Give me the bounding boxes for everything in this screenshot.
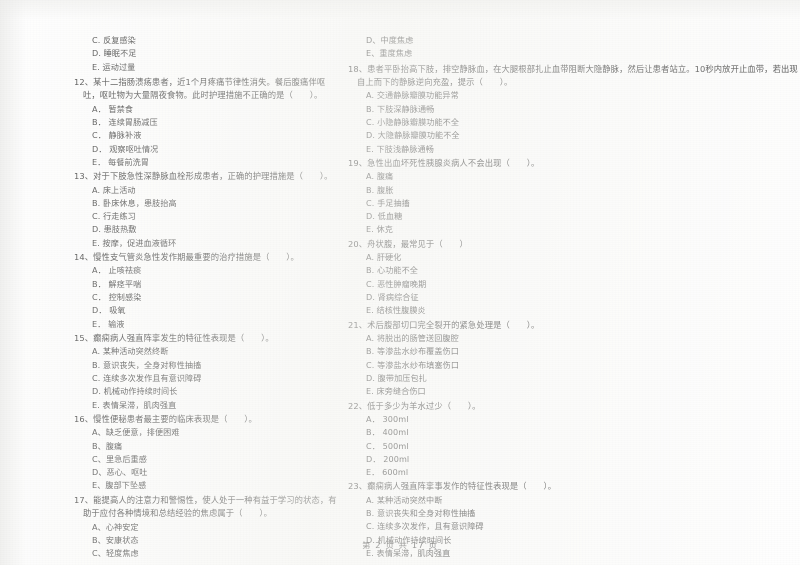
question-option[interactable]: D. 腹带加压包扎 <box>348 372 800 385</box>
question-option[interactable]: A、心神安定 <box>74 521 338 534</box>
question-option[interactable]: C. 恶性肿瘤晚期 <box>348 278 800 291</box>
question-block: 13、对于下肢急性深静脉血栓形成患者，正确的护理措施是（ ）。 A. 床上活动 B.… <box>74 170 338 250</box>
option-line: E、重度焦虑 <box>366 48 413 59</box>
question-stem: 14、慢性支气管炎急性发作期最重要的治疗措施是（ ）。 <box>74 252 299 263</box>
question-option[interactable]: E． 输液 <box>74 318 338 331</box>
question-stem: 18、患者平卧抬高下肢，排空静脉血，在大腿根部扎止血带阻断大隐静脉，然后让患者站… <box>348 63 798 87</box>
question-block: 21、术后腹部切口完全裂开的紧急处理是（ ）。 A. 将脱出的肠管送回腹腔 B. 等… <box>348 319 800 399</box>
question-option[interactable]: E. 表情呆滞，肌肉强直 <box>74 399 338 412</box>
question-option[interactable]: D． 200ml <box>348 453 800 466</box>
question-option[interactable]: B. 等渗盐水纱布覆盖伤口 <box>348 345 800 358</box>
question-option[interactable]: C. 等渗盐水纱布填塞伤口 <box>348 359 800 372</box>
scan-edge-shadow-top <box>0 0 800 20</box>
question-option[interactable]: C. 手足抽搐 <box>348 197 800 210</box>
question-stem: 13、对于下肢急性深静脉血栓形成患者，正确的护理措施是（ ）。 <box>74 171 333 182</box>
question-option[interactable]: C、里急后重感 <box>74 453 338 466</box>
question-option[interactable]: A． 止咳祛痰 <box>74 264 338 277</box>
left-column: C. 反复感染 D. 睡眠不足 E. 运动过量 12、某十二指肠溃疡患者，近1个月疼… <box>0 34 338 561</box>
question-option[interactable]: E. 休克 <box>348 223 800 236</box>
question-option[interactable]: E. 按摩，促进血液循环 <box>74 237 338 250</box>
question-stem: 21、术后腹部切口完全裂开的紧急处理是（ ）。 <box>348 319 540 330</box>
question-option[interactable]: A. 腹痛 <box>348 170 800 183</box>
question-option[interactable]: B. 卧床休息，患肢抬高 <box>74 197 338 210</box>
question-option[interactable]: D、恶心、呕吐 <box>74 466 338 479</box>
question-option[interactable]: C． 静脉补液 <box>74 129 338 142</box>
question-option[interactable]: B. 腹胀 <box>348 184 800 197</box>
question-block: 18、患者平卧抬高下肢，排空静脉血，在大腿根部扎止血带阻断大隐静脉，然后让患者站… <box>348 63 800 156</box>
question-stem: 16、慢性便秘患者最主要的临床表现是（ ）。 <box>74 413 257 424</box>
question-option[interactable]: E、腹部下坠感 <box>74 479 338 492</box>
question-block: 16、慢性便秘患者最主要的临床表现是（ ）。 A、缺乏便意，排便困难 B、腹痛 C、里… <box>74 413 338 493</box>
question-option[interactable]: A． 300ml <box>348 413 800 426</box>
right-question-list: 18、患者平卧抬高下肢，排空静脉血，在大腿根部扎止血带阻断大隐静脉，然后让患者站… <box>348 63 800 561</box>
question-option[interactable]: C． 500ml <box>348 440 800 453</box>
question-option[interactable]: A、缺乏便意，排便困难 <box>74 426 338 439</box>
question-option[interactable]: B． 解痉平喘 <box>74 278 338 291</box>
question-option[interactable]: D. 大隐静脉瓣膜功能不全 <box>348 129 800 142</box>
question-stem: 22、低于多少为羊水过少（ ）。 <box>348 400 481 411</box>
option-line: D. 睡眠不足 <box>92 48 137 59</box>
question-option[interactable]: B. 下肢深静脉通畅 <box>348 103 800 116</box>
exam-page: C. 反复感染 D. 睡眠不足 E. 运动过量 12、某十二指肠溃疡患者，近1个月疼… <box>0 0 800 565</box>
question-option[interactable]: B. 意识丧失和全身对称性抽搐 <box>348 507 800 520</box>
question-block: 12、某十二指肠溃疡患者，近1个月疼痛节律性消失。餐后腹痛伴呕吐，呕吐物为大量隔… <box>74 76 338 169</box>
question-option[interactable]: C. 连续多次发作，且有意识障碍 <box>348 520 800 533</box>
question-block: 15、癫痫病人强直阵挛发生的特征性表现是（ ）。 A. 某种活动突然终断 B. 意识… <box>74 332 338 412</box>
question-option[interactable]: D． 吸氧 <box>74 304 338 317</box>
question-block: 14、慢性支气管炎急性发作期最重要的治疗措施是（ ）。 A． 止咳祛痰 B． 解痉平… <box>74 251 338 331</box>
question-option[interactable]: B． 400ml <box>348 426 800 439</box>
question-option[interactable]: C. 连续多次发作且有意识障碍 <box>74 372 338 385</box>
left-question-list: 12、某十二指肠溃疡患者，近1个月疼痛节律性消失。餐后腹痛伴呕吐，呕吐物为大量隔… <box>74 76 338 561</box>
question-option[interactable]: D. 低血糖 <box>348 210 800 223</box>
question-option[interactable]: E． 600ml <box>348 466 800 479</box>
question-option[interactable]: E. 床旁缝合伤口 <box>348 385 800 398</box>
option-line: E. 运动过量 <box>92 61 136 72</box>
question-option[interactable]: B. 心功能不全 <box>348 264 800 277</box>
question-option[interactable]: C． 控制感染 <box>74 291 338 304</box>
question-option[interactable]: A. 某种活动突然终断 <box>74 345 338 358</box>
question-option[interactable]: D. 患肢热敷 <box>74 223 338 236</box>
page-columns: C. 反复感染 D. 睡眠不足 E. 运动过量 12、某十二指肠溃疡患者，近1个月疼… <box>0 34 800 561</box>
question-stem: 12、某十二指肠溃疡患者，近1个月疼痛节律性消失。餐后腹痛伴呕吐，呕吐物为大量隔… <box>74 76 326 101</box>
question-option[interactable]: C. 行走练习 <box>74 210 338 223</box>
question-stem: 20、舟状腹，最常见于（ ） <box>348 238 468 249</box>
question-block: 19、急性出血坏死性胰腺炎病人不会出现（ ）。 A. 腹痛 B. 腹胀 C. 手足抽搐… <box>348 157 800 237</box>
right-orphan-options: D、中度焦虑 E、重度焦虑 <box>348 34 800 61</box>
question-stem: 15、癫痫病人强直阵挛发生的特征性表现是（ ）。 <box>74 332 274 343</box>
question-block: 20、舟状腹，最常见于（ ） A. 肝硬化 B. 心功能不全 C. 恶性肿瘤晚期 D. … <box>348 238 800 318</box>
question-option[interactable]: A. 某种活动突然中断 <box>348 494 800 507</box>
question-option[interactable]: D. 机械动作持续时间长 <box>74 385 338 398</box>
question-option[interactable]: C. 小隐静脉瓣膜功能不全 <box>348 116 800 129</box>
question-option[interactable]: E. 结核性腹膜炎 <box>348 304 800 317</box>
question-option[interactable]: A. 将脱出的肠管送回腹腔 <box>348 332 800 345</box>
question-block: 22、低于多少为羊水过少（ ）。 A． 300ml B． 400ml C． 500ml… <box>348 400 800 480</box>
question-option[interactable]: B、腹痛 <box>74 440 338 453</box>
question-option[interactable]: A. 交通静脉瓣膜功能异常 <box>348 89 800 102</box>
question-option[interactable]: D. 肾病综合征 <box>348 291 800 304</box>
option-line: C. 反复感染 <box>92 35 136 45</box>
left-orphan-options: C. 反复感染 D. 睡眠不足 E. 运动过量 <box>74 34 338 74</box>
question-option[interactable]: B. 意识丧失，全身对称性抽搐 <box>74 359 338 372</box>
question-option[interactable]: E. 下肢浅静脉通畅 <box>348 143 800 156</box>
option-line: D、中度焦虑 <box>366 35 414 45</box>
question-option[interactable]: D． 观察呕吐情况 <box>74 143 338 156</box>
question-stem: 17、能提高人的注意力和警惕性，使人处于一种有益于学习的状态，有助于应付各种情境… <box>74 494 337 519</box>
question-option[interactable]: A. 床上活动 <box>74 184 338 197</box>
question-option[interactable]: E． 每餐前洗胃 <box>74 156 338 169</box>
question-option[interactable]: B． 连续胃肠减压 <box>74 116 338 129</box>
question-stem: 19、急性出血坏死性胰腺炎病人不会出现（ ）。 <box>348 157 540 168</box>
right-column: D、中度焦虑 E、重度焦虑 18、患者平卧抬高下肢，排空静脉血，在大腿根部扎止血带… <box>338 34 800 561</box>
page-footer: 第 2 页 共 17 页 <box>362 540 438 550</box>
question-option[interactable]: A. 肝硬化 <box>348 251 800 264</box>
question-stem: 23、癫痫病人强直阵挛事发作的特征性表现是（ ）。 <box>348 481 557 492</box>
question-option[interactable]: A． 暂禁食 <box>74 103 338 116</box>
